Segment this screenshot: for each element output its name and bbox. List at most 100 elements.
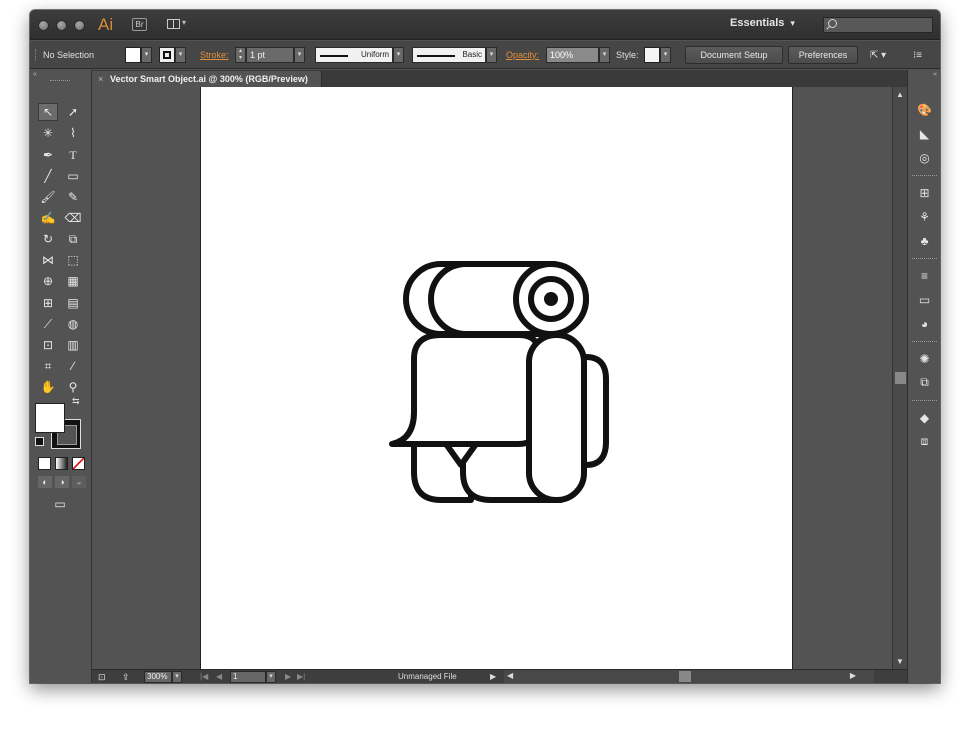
stroke-dropdown-button[interactable]: ▾: [175, 47, 186, 63]
fill-color-swatch[interactable]: [35, 403, 65, 433]
color-panel-icon[interactable]: 🎨: [916, 101, 933, 118]
symbols-panel-icon[interactable]: ♣: [916, 232, 933, 249]
close-window-button[interactable]: [38, 20, 49, 31]
horizontal-scroll-thumb[interactable]: [679, 671, 691, 682]
artboard-number-field[interactable]: 1: [230, 671, 266, 683]
scroll-up-icon[interactable]: ▲: [896, 90, 904, 99]
draw-behind-icon[interactable]: ◑: [55, 476, 69, 488]
free-transform-tool-icon[interactable]: ⬚: [63, 251, 83, 269]
stroke-weight-dropdown[interactable]: ▾: [294, 47, 305, 63]
blob-brush-tool-icon[interactable]: ✍: [38, 209, 58, 227]
column-graph-tool-icon[interactable]: ▥: [63, 336, 83, 354]
zoom-tool-icon[interactable]: ⚲: [63, 378, 83, 396]
bridge-button[interactable]: Br: [132, 18, 147, 31]
magic-wand-tool-icon[interactable]: ✳: [38, 124, 58, 142]
brushes-panel-icon[interactable]: ⚘: [916, 208, 933, 225]
direct-selection-tool-icon[interactable]: ➚: [63, 103, 83, 121]
layers-panel-icon[interactable]: ◆: [916, 409, 933, 426]
graphic-style-swatch[interactable]: [644, 47, 660, 63]
line-segment-tool-icon[interactable]: ╱: [38, 167, 58, 185]
opacity-dropdown[interactable]: ▾: [599, 47, 610, 63]
isolation-mode-icon[interactable]: ⇱ ▾: [870, 48, 886, 63]
fill-dropdown-button[interactable]: ▾: [141, 47, 152, 63]
previous-artboard-icon[interactable]: ◀: [216, 671, 222, 683]
stroke-swatch[interactable]: [159, 47, 175, 63]
status-menu-icon[interactable]: ▶: [490, 671, 496, 683]
share-icon[interactable]: ⇪: [122, 671, 130, 683]
scroll-right-icon[interactable]: ▶: [850, 671, 856, 680]
tools-panel-grip[interactable]: [50, 80, 70, 82]
width-tool-icon[interactable]: ⋈: [38, 251, 58, 269]
gradient-tool-icon[interactable]: ▤: [63, 294, 83, 312]
blend-tool-icon[interactable]: ◍: [63, 315, 83, 333]
graphic-style-dropdown[interactable]: ▾: [660, 47, 671, 63]
swatches-panel-icon[interactable]: ⊞: [916, 184, 933, 201]
next-artboard-icon[interactable]: ▶: [285, 671, 291, 683]
zoom-window-button[interactable]: [74, 20, 85, 31]
color-guide-panel-icon[interactable]: ◣: [916, 125, 933, 142]
opacity-panel-link[interactable]: Opacity:: [506, 48, 539, 63]
transparency-panel-icon[interactable]: ◕: [916, 315, 933, 332]
fill-swatch[interactable]: [125, 47, 141, 63]
symbol-sprayer-tool-icon[interactable]: ⊡: [38, 336, 58, 354]
color-mode-button[interactable]: [38, 457, 51, 470]
eyedropper-tool-icon[interactable]: ⟋: [38, 315, 58, 333]
collapse-panel-icon[interactable]: «: [33, 71, 37, 78]
gradient-mode-button[interactable]: [55, 457, 68, 470]
gpu-status-icon[interactable]: ⊡: [98, 671, 106, 683]
artboard[interactable]: [200, 87, 793, 669]
rectangle-tool-icon[interactable]: ▭: [63, 167, 83, 185]
control-bar-grip[interactable]: [35, 49, 37, 61]
scroll-down-icon[interactable]: ▼: [896, 657, 904, 666]
swap-fill-stroke-icon[interactable]: ⇆: [72, 396, 80, 407]
perspective-grid-tool-icon[interactable]: ▦: [63, 272, 83, 290]
document-status-text[interactable]: Unmanaged File: [398, 671, 457, 683]
document-setup-button[interactable]: Document Setup: [685, 46, 783, 64]
brush-definition-field[interactable]: Basic: [412, 47, 486, 63]
zoom-level-field[interactable]: 300%: [144, 671, 172, 683]
stroke-weight-field[interactable]: 1 pt: [246, 47, 294, 63]
rotate-tool-icon[interactable]: ↻: [38, 230, 58, 248]
change-screen-mode-icon[interactable]: ▭: [50, 495, 70, 513]
vertical-scroll-thumb[interactable]: [895, 372, 906, 384]
paintbrush-tool-icon[interactable]: 🖌: [38, 188, 58, 206]
arrange-documents-button[interactable]: ▾: [167, 18, 189, 31]
none-mode-button[interactable]: [72, 457, 85, 470]
shape-builder-tool-icon[interactable]: ⊕: [38, 272, 58, 290]
color-themes-panel-icon[interactable]: ◎: [916, 149, 933, 166]
scroll-left-icon[interactable]: ◀: [507, 671, 513, 680]
lasso-tool-icon[interactable]: ⌇: [63, 124, 83, 142]
opacity-field[interactable]: 100%: [546, 47, 599, 63]
document-tab[interactable]: × Vector Smart Object.ai @ 300% (RGB/Pre…: [92, 71, 322, 87]
slice-tool-icon[interactable]: ⁄: [63, 357, 83, 375]
control-panel-menu-icon[interactable]: ⁝≡: [913, 48, 922, 63]
artboard-tool-icon[interactable]: ⌗: [38, 357, 58, 375]
artboard-dropdown[interactable]: ▾: [266, 671, 276, 683]
pen-tool-icon[interactable]: ✒: [38, 146, 58, 164]
eraser-tool-icon[interactable]: ⌫: [63, 209, 83, 227]
minimize-window-button[interactable]: [56, 20, 67, 31]
canvas-area[interactable]: [92, 87, 892, 669]
gradient-panel-icon[interactable]: ▭: [916, 291, 933, 308]
selection-tool-icon[interactable]: ↖: [38, 103, 58, 121]
artboards-panel-icon[interactable]: ⧈: [916, 433, 933, 450]
search-input[interactable]: [823, 17, 933, 33]
default-fill-stroke-icon[interactable]: [35, 437, 44, 446]
hand-tool-icon[interactable]: ✋: [38, 378, 58, 396]
vertical-scrollbar[interactable]: ▲ ▼: [892, 87, 907, 669]
draw-normal-icon[interactable]: ◐: [38, 476, 52, 488]
first-artboard-icon[interactable]: |◀: [200, 671, 208, 683]
expand-panels-icon[interactable]: «: [933, 71, 937, 78]
stroke-panel-icon[interactable]: ≡: [916, 267, 933, 284]
preferences-button[interactable]: Preferences: [788, 46, 858, 64]
last-artboard-icon[interactable]: ▶|: [297, 671, 305, 683]
pencil-tool-icon[interactable]: ✎: [63, 188, 83, 206]
type-tool-icon[interactable]: T: [63, 146, 83, 164]
appearance-panel-icon[interactable]: ✺: [916, 350, 933, 367]
mesh-tool-icon[interactable]: ⊞: [38, 294, 58, 312]
close-document-icon[interactable]: ×: [98, 71, 103, 87]
horizontal-scrollbar[interactable]: ◀ ▶: [504, 670, 874, 683]
zoom-dropdown[interactable]: ▾: [172, 671, 182, 683]
brush-definition-dropdown[interactable]: ▾: [486, 47, 497, 63]
draw-inside-icon[interactable]: ◒: [72, 476, 86, 488]
